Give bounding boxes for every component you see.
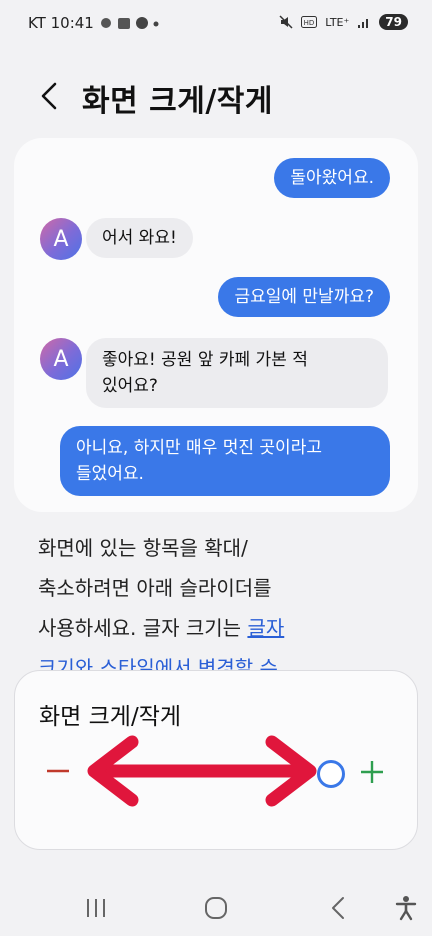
description-line: 축소하려면 아래 슬라이더를 [38,576,272,600]
chat-bubble-sent: 아니요, 하지만 매우 멋진 곳이라고 들었어요. [60,426,390,496]
avatar: A [40,218,82,260]
home-icon [205,897,227,919]
signal-icon [358,19,369,28]
chevron-left-icon [41,82,57,110]
chat-bubble-sent: 돌아왔어요. [274,158,390,198]
recents-icon [87,899,105,917]
nav-back-button[interactable] [318,890,358,926]
page-title: 화면 크게/작게 [82,84,274,119]
bubble-line: 좋아요! 공원 앞 카페 가본 적 [102,350,308,370]
home-button[interactable] [196,890,236,926]
header: 화면 크게/작게 [0,70,432,122]
network-label: LTE⁺ [325,15,350,29]
notification-icons [100,17,159,29]
description-line-prefix: 사용하세요. 글자 크기는 [38,616,248,640]
description-line: 화면에 있는 항목을 확대/ [38,536,248,560]
font-size-style-link[interactable]: 글자 [247,616,284,640]
zoom-slider-track[interactable] [95,767,315,777]
chat-bubble-received: 좋아요! 공원 앞 카페 가본 적 있어요? [86,338,388,408]
hd-icon: HD [301,16,318,28]
zoom-slider-thumb[interactable] [317,760,345,788]
avatar-letter: A [53,226,69,252]
status-right: HD LTE⁺ 79 [279,14,408,30]
mute-icon [279,15,293,29]
zoom-out-button[interactable] [45,759,71,783]
recents-button[interactable] [76,890,116,926]
battery-badge: 79 [379,14,408,30]
status-left: KT 10:41 [28,14,160,32]
chat-bubble-received: 어서 와요! [86,218,193,258]
back-icon [332,897,344,919]
accessibility-button[interactable] [386,890,426,926]
avatar-letter: A [53,346,69,372]
status-bar: KT 10:41 HD LTE⁺ 79 [0,0,432,48]
panel-title: 화면 크게/작게 [39,704,182,730]
back-button[interactable] [34,76,64,116]
bubble-line: 있어요? [102,376,158,396]
plus-icon [361,761,383,783]
chat-bubble-sent: 금요일에 만날까요? [218,277,390,317]
carrier-time: KT 10:41 [28,14,94,32]
bubble-line: 아니요, 하지만 매우 멋진 곳이라고 [76,438,322,458]
zoom-in-button[interactable] [359,759,385,785]
avatar: A [40,338,82,380]
accessibility-icon [395,896,417,921]
svg-text:HD: HD [304,19,315,27]
bubble-line: 들었어요. [76,464,144,484]
description-line: 사용하세요. 글자 크기는 글자 [38,608,388,648]
minus-icon [47,769,69,773]
zoom-slider-panel: 화면 크게/작게 [14,670,418,850]
chat-preview-card: 돌아왔어요. A 어서 와요! 금요일에 만날까요? A 좋아요! 공원 앞 카… [14,138,418,512]
description-text: 화면에 있는 항목을 확대/ 축소하려면 아래 슬라이더를 사용하세요. 글자 … [38,528,388,688]
navigation-bar [0,880,432,936]
